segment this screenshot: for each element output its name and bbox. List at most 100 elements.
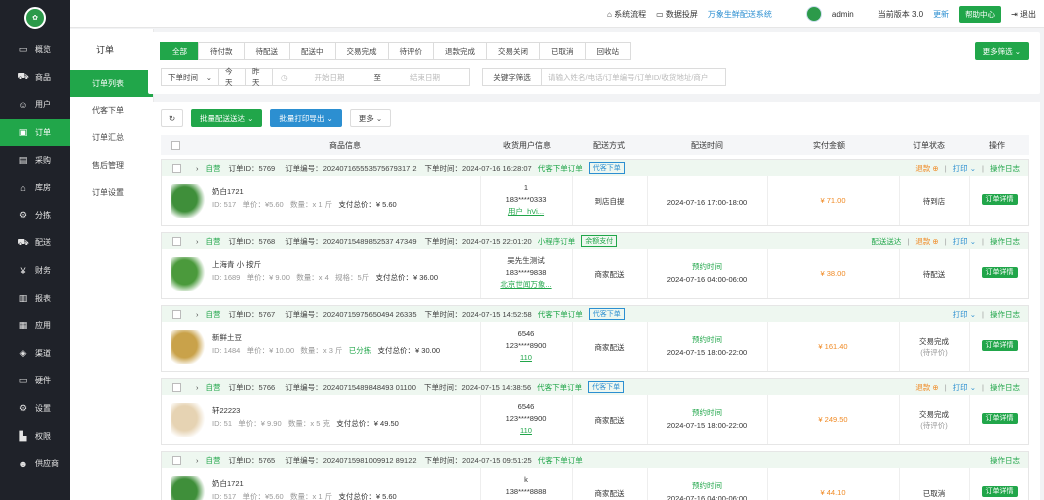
- users-icon: ☺: [18, 99, 28, 110]
- subnav-item-3[interactable]: 售后管理: [70, 152, 153, 179]
- keyword-input[interactable]: 请输入姓名/电话/订单编号/订单ID/收货地址/商户: [541, 68, 726, 86]
- receiver-name: 吴先生测试: [507, 256, 545, 265]
- sidebar-item-13[interactable]: ⚙ 设置: [0, 395, 70, 423]
- sidebar-item-label: 商品: [35, 72, 51, 82]
- batch-print-button[interactable]: 批量打印导出 ⌄: [270, 109, 342, 127]
- order-checkbox[interactable]: [172, 309, 181, 319]
- operation-log-link[interactable]: 操作日志: [990, 455, 1020, 466]
- operation-log-link[interactable]: 操作日志: [990, 163, 1020, 174]
- select-all-checkbox[interactable]: [171, 140, 180, 150]
- sidebar-item-4[interactable]: ▤ 采购: [0, 146, 70, 174]
- date-separator: 至: [373, 72, 382, 82]
- tab-3[interactable]: 配送中: [289, 42, 336, 60]
- sidebar-item-3[interactable]: ▣ 订单: [0, 118, 70, 147]
- expand-icon[interactable]: ›: [196, 383, 199, 392]
- batch-delivery-button[interactable]: 批量配送送达 ⌄: [191, 109, 263, 127]
- tab-4[interactable]: 交易完成: [334, 42, 389, 60]
- order-no: 20240715981009912 89122: [322, 455, 417, 465]
- sidebar-item-1[interactable]: ⛟ 商品: [0, 64, 70, 92]
- print-action[interactable]: 打印 ⌄: [953, 236, 976, 247]
- system-flow-link[interactable]: ⌂ 系统流程: [607, 9, 646, 20]
- print-action[interactable]: 打印 ⌄: [953, 382, 976, 393]
- print-label: 打印: [952, 236, 968, 246]
- print-action[interactable]: 打印 ⌄: [953, 309, 976, 320]
- keyword-type-select[interactable]: 关键字筛选: [482, 68, 542, 86]
- product-image: [171, 184, 205, 218]
- operation-log-link[interactable]: 操作日志: [990, 236, 1020, 247]
- start-date-input[interactable]: 开始日期: [296, 72, 364, 83]
- today-button[interactable]: 今天: [218, 67, 246, 87]
- sidebar-item-2[interactable]: ☺ 用户: [0, 91, 70, 119]
- divider: |: [982, 236, 984, 246]
- product-id: ID: 517: [212, 492, 237, 500]
- tab-1[interactable]: 待付款: [198, 42, 245, 60]
- total-price: ¥ 5.60: [375, 200, 397, 209]
- refund-action[interactable]: 退款 ⊕: [915, 236, 938, 247]
- sidebar-item-12[interactable]: ▭ 硬件: [0, 367, 70, 395]
- order-checkbox[interactable]: [172, 236, 181, 246]
- order-channel: 代客下单订单: [537, 382, 583, 392]
- sidebar-item-label: 采购: [35, 155, 51, 165]
- update-link[interactable]: 更新: [933, 9, 949, 20]
- help-center-button[interactable]: 帮助中心: [959, 5, 1002, 23]
- tab-7[interactable]: 交易关闭: [486, 42, 540, 60]
- subnav-item-4[interactable]: 订单设置: [70, 179, 153, 206]
- more-filter-button[interactable]: 更多筛选 ⌄: [974, 42, 1029, 60]
- order-detail-button[interactable]: 订单详情: [981, 267, 1018, 278]
- tab-9[interactable]: 回收站: [584, 42, 631, 60]
- operation-log-link[interactable]: 操作日志: [990, 382, 1020, 393]
- tab-0[interactable]: 全部: [160, 42, 199, 60]
- qty: x 1 斤: [312, 200, 333, 209]
- deliver-action[interactable]: 配送送达: [871, 236, 901, 247]
- refresh-button[interactable]: ↻: [161, 109, 183, 127]
- order-detail-button[interactable]: 订单详情: [981, 413, 1018, 424]
- sidebar-item-0[interactable]: ▭ 概览: [0, 36, 70, 64]
- tab-6[interactable]: 退款完成: [433, 42, 487, 60]
- receiver-address[interactable]: 110: [480, 352, 572, 364]
- expand-icon[interactable]: ›: [196, 456, 199, 465]
- subnav-item-0[interactable]: 订单列表: [70, 70, 153, 98]
- logo[interactable]: ✿: [0, 0, 70, 36]
- tab-8[interactable]: 已取消: [539, 42, 586, 60]
- order-detail-button[interactable]: 订单详情: [981, 194, 1018, 205]
- refund-action[interactable]: 退款 ⊕: [915, 382, 938, 393]
- sidebar-item-9[interactable]: ▥ 报表: [0, 284, 70, 312]
- order-detail-button[interactable]: 订单详情: [981, 340, 1018, 351]
- system-name-link[interactable]: 万象生鲜配送系统: [708, 9, 772, 20]
- logout-button[interactable]: ⇥ 退出: [1011, 9, 1036, 20]
- sidebar-item-14[interactable]: ▙ 权限: [0, 422, 70, 450]
- receiver-address[interactable]: 110: [480, 425, 572, 437]
- order-detail-button[interactable]: 订单详情: [981, 486, 1018, 497]
- sidebar-item-8[interactable]: ¥ 财务: [0, 257, 70, 285]
- expand-icon[interactable]: ›: [196, 237, 199, 246]
- username[interactable]: admin: [832, 10, 854, 19]
- subnav-item-2[interactable]: 订单汇总: [70, 124, 153, 151]
- receiver-address[interactable]: 用户_hVi...: [480, 206, 572, 218]
- order-id-label: 订单ID：: [228, 455, 259, 465]
- order-checkbox[interactable]: [172, 163, 181, 173]
- sidebar-item-5[interactable]: ⌂ 库房: [0, 174, 70, 202]
- date-range-picker[interactable]: ◷ 开始日期 至 结束日期: [272, 68, 470, 86]
- operation-log-link[interactable]: 操作日志: [990, 309, 1020, 320]
- time-type-select[interactable]: 下单时间 ⌄: [161, 68, 219, 86]
- order-checkbox[interactable]: [172, 455, 181, 465]
- order-checkbox[interactable]: [172, 382, 181, 392]
- sidebar-item-6[interactable]: ⚙ 分拣: [0, 202, 70, 230]
- print-action[interactable]: 打印 ⌄: [953, 163, 976, 174]
- tab-2[interactable]: 待配送: [243, 42, 290, 60]
- avatar[interactable]: [805, 6, 822, 22]
- data-screen-link[interactable]: ▭ 数据投屏: [656, 9, 698, 20]
- end-date-input[interactable]: 结束日期: [391, 72, 459, 83]
- sidebar-item-10[interactable]: ▦ 应用: [0, 312, 70, 340]
- expand-icon[interactable]: ›: [196, 310, 199, 319]
- sidebar-item-11[interactable]: ◈ 渠道: [0, 340, 70, 368]
- receiver-address[interactable]: 北京世闻万象...: [480, 279, 572, 291]
- yesterday-button[interactable]: 昨天: [245, 67, 273, 87]
- more-actions-button[interactable]: 更多 ⌄: [349, 109, 392, 127]
- tab-5[interactable]: 待评价: [387, 42, 434, 60]
- sidebar-item-15[interactable]: ☻ 供应商: [0, 450, 70, 478]
- refund-action[interactable]: 退款 ⊕: [915, 163, 938, 174]
- subnav-item-1[interactable]: 代客下单: [70, 97, 153, 124]
- sidebar-item-7[interactable]: ⛟ 配送: [0, 229, 70, 257]
- expand-icon[interactable]: ›: [196, 164, 199, 173]
